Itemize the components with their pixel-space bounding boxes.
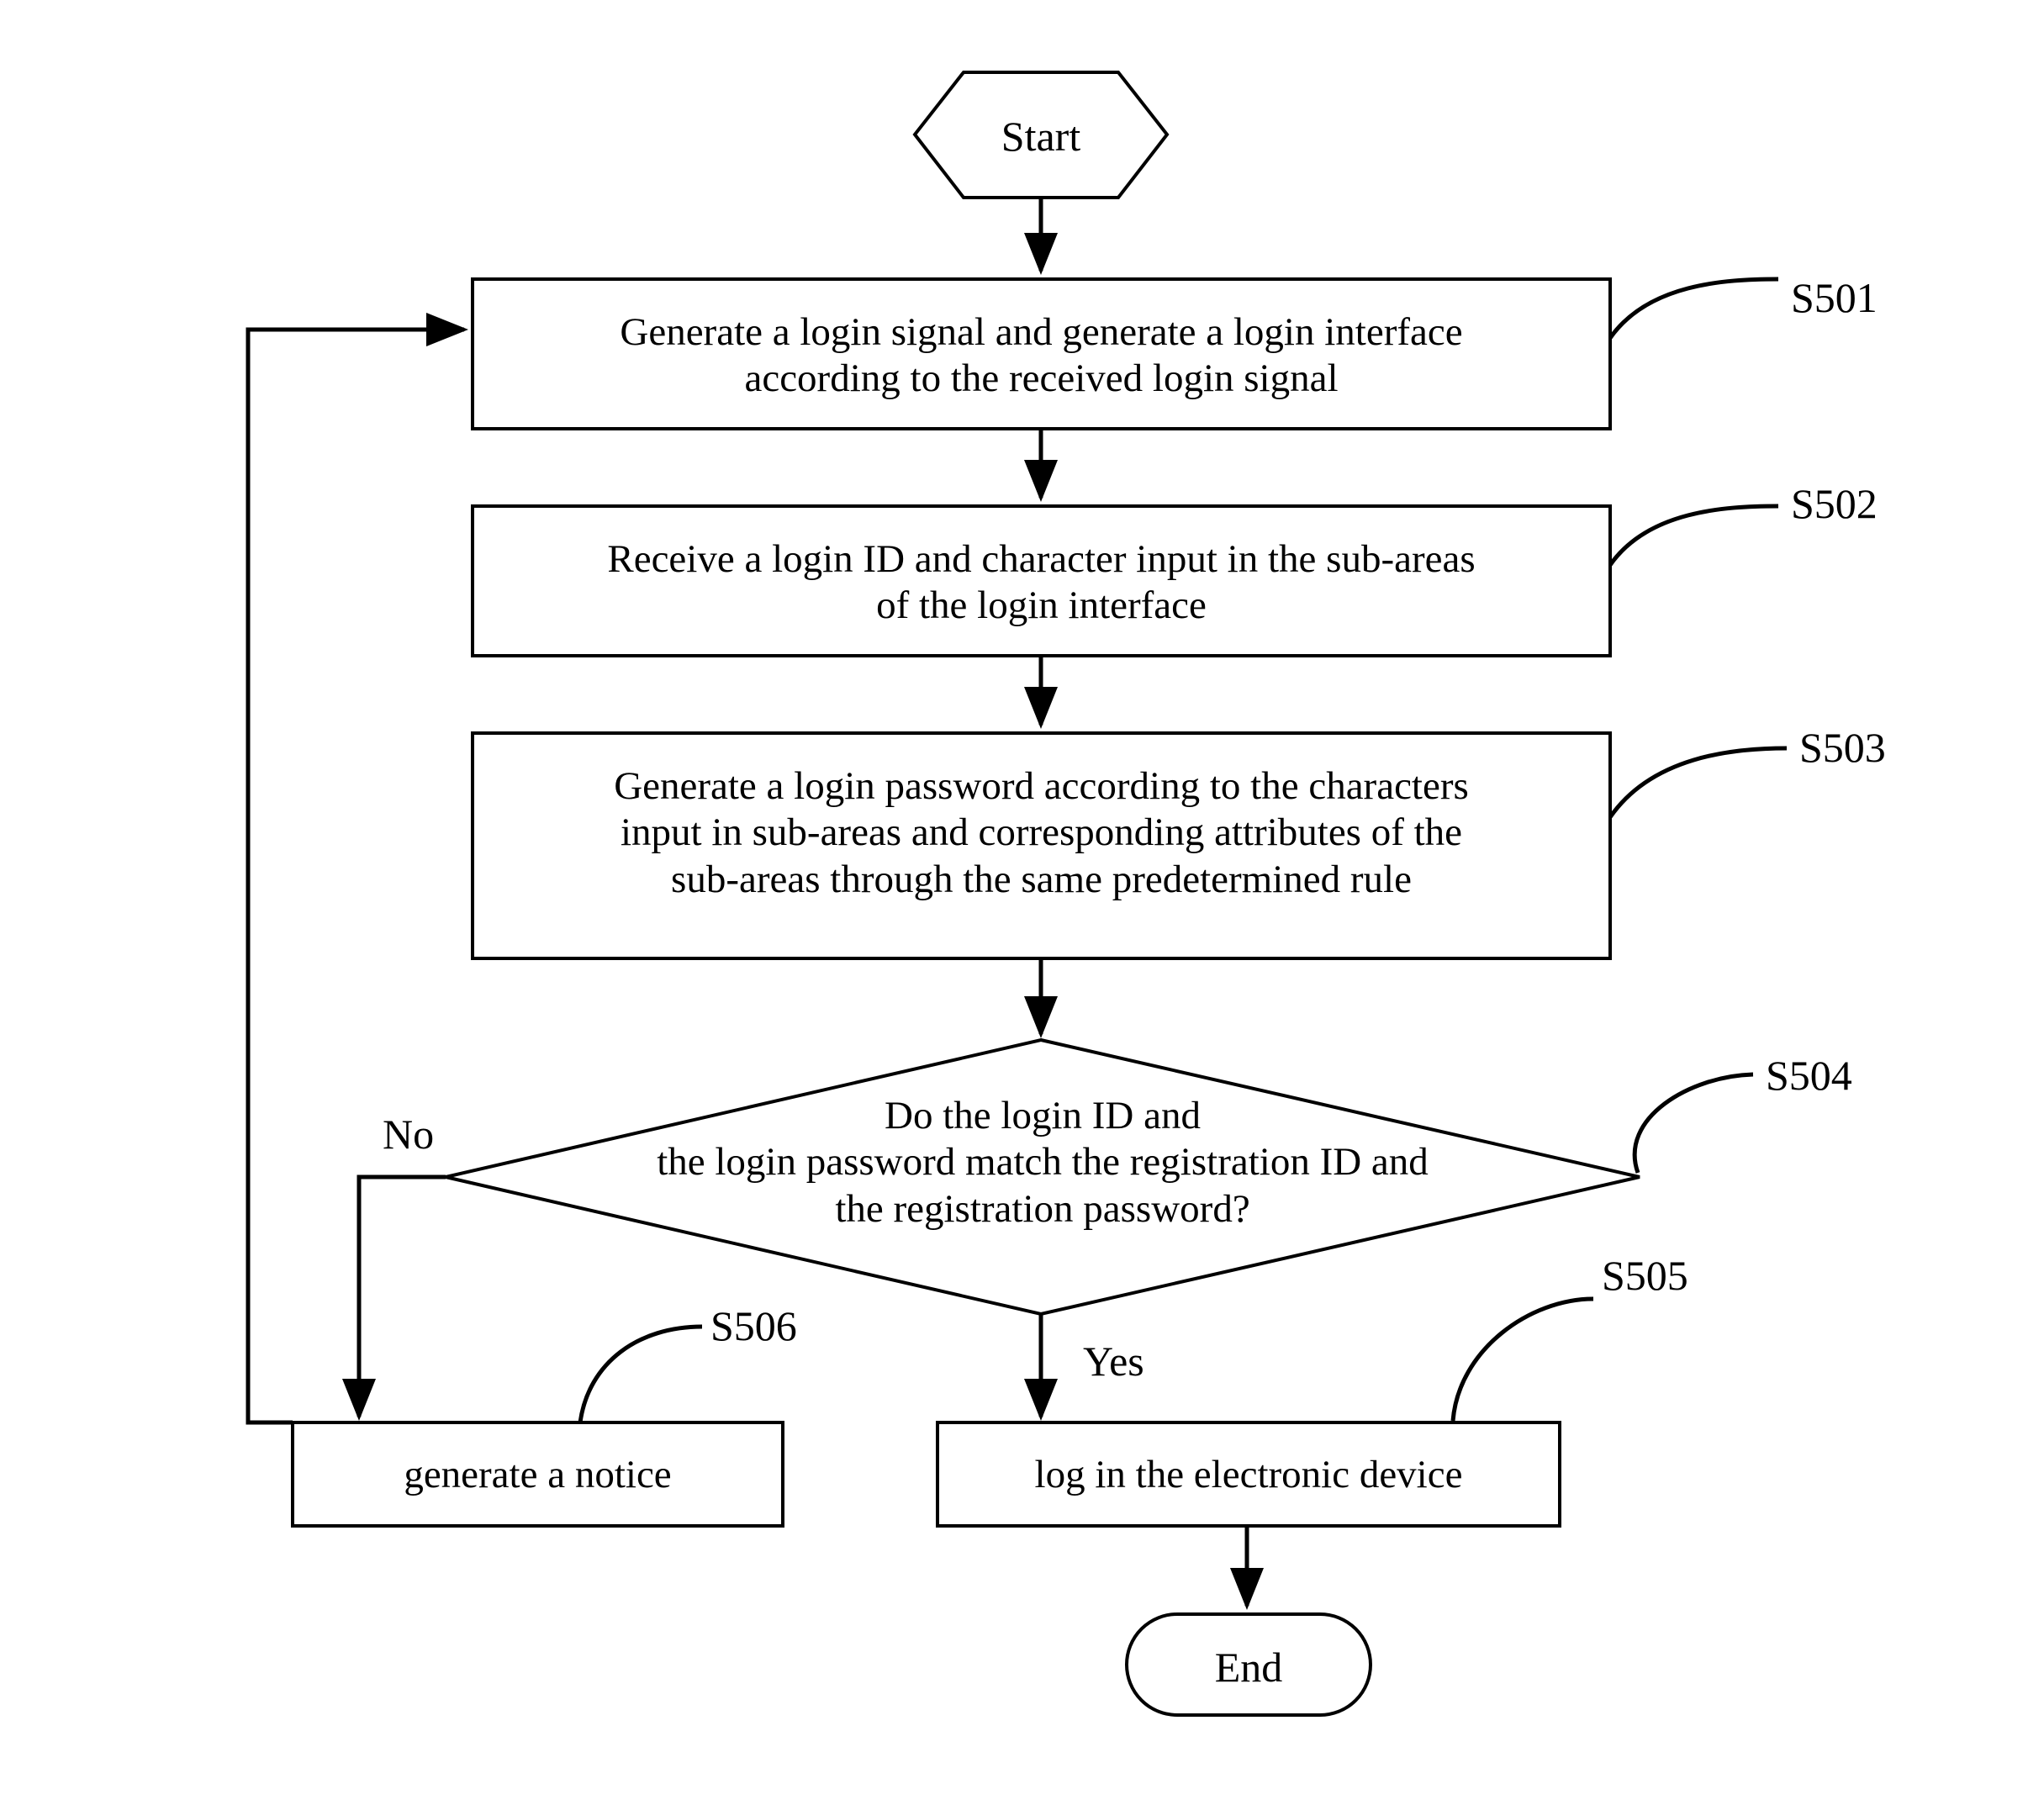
leader-line-s505 — [1450, 1296, 1594, 1422]
leader-line-s504 — [1632, 1072, 1754, 1174]
branch-label-no: No — [383, 1111, 435, 1158]
node-start-label: Start — [1001, 113, 1081, 160]
step-label-s503: S503 — [1799, 724, 1886, 771]
node-s503-shape — [471, 731, 1612, 960]
leader-line-s501 — [1608, 277, 1779, 340]
leader-line-s506 — [578, 1324, 703, 1423]
step-label-s506: S506 — [710, 1302, 797, 1349]
flowchart-canvas: Start Generate a login signal and genera… — [0, 0, 2044, 1805]
step-label-s505: S505 — [1602, 1252, 1688, 1299]
step-label-s504: S504 — [1766, 1052, 1852, 1099]
leader-line-s502 — [1608, 504, 1779, 567]
node-s504-shape — [445, 1037, 1640, 1317]
node-s505-shape — [936, 1421, 1561, 1528]
branch-label-yes: Yes — [1083, 1338, 1144, 1385]
leader-line-s503 — [1608, 746, 1788, 819]
step-label-s501: S501 — [1791, 274, 1878, 321]
node-s506-shape — [291, 1421, 784, 1528]
step-label-s502: S502 — [1791, 480, 1878, 527]
flowchart-graphics — [246, 71, 1788, 1717]
node-s501-shape — [471, 277, 1612, 430]
connector-no-branch — [342, 1174, 446, 1421]
node-s502-shape — [471, 504, 1612, 657]
node-end-label: End — [1214, 1644, 1283, 1691]
connector-s506-feedback-to-s501 — [246, 313, 468, 1425]
